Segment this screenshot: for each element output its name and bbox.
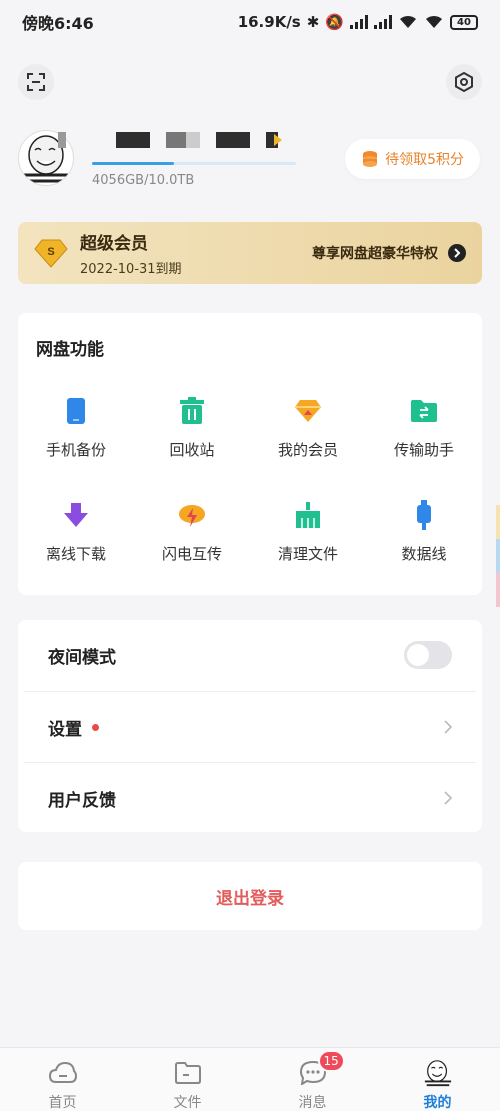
tab-messages[interactable]: 15 消息 [250, 1050, 375, 1111]
folder-icon [174, 1062, 201, 1084]
status-icons: 16.9K/s ✱ 🔕 40 [238, 13, 478, 31]
edge-decoration [496, 505, 500, 607]
tab-files[interactable]: 文件 [125, 1058, 250, 1111]
night-mode-toggle[interactable] [404, 641, 452, 669]
bottom-tab-bar: 首页 文件 15 消息 我的 [0, 1047, 500, 1111]
battery-icon: 40 [450, 14, 478, 30]
wifi-icon [400, 15, 416, 28]
chevron-right-icon [444, 720, 452, 734]
feature-transfer-assistant[interactable]: 传输助手 [366, 397, 482, 460]
night-mode-label: 夜间模式 [48, 647, 116, 668]
tab-files-label: 文件 [173, 1095, 202, 1111]
wifi-icon [426, 15, 442, 28]
feedback-label: 用户反馈 [48, 790, 116, 811]
notification-dot [92, 723, 99, 731]
storage-usage: 4056GB/10.0TB [92, 173, 195, 188]
svg-text:S: S [47, 246, 54, 258]
feature-data-cable[interactable]: 数据线 [366, 500, 482, 564]
vip-level-icon [266, 132, 282, 148]
trash-icon [178, 397, 206, 425]
features-card: 网盘功能 手机备份 回收站 我的会员 传输助手 离线下载 闪电互传 清理文件 数… [18, 313, 482, 595]
phone-backup-icon [62, 397, 90, 425]
cloud-home-icon [48, 1062, 77, 1083]
chevron-right-icon [448, 244, 466, 262]
tab-mine[interactable]: 我的 [375, 1058, 500, 1111]
vip-promo: 尊享网盘超豪华特权 [312, 246, 438, 262]
vip-title: 超级会员 [80, 234, 148, 254]
meme-avatar-icon [424, 1060, 451, 1087]
storage-bar-fill [92, 162, 174, 165]
bell-muted-icon: 🔕 [325, 13, 344, 31]
status-time: 傍晚6:46 [22, 14, 94, 33]
broom-icon [294, 501, 322, 529]
feedback-row[interactable]: 用户反馈 [18, 763, 482, 833]
diamond-icon [294, 397, 322, 425]
feature-phone-backup[interactable]: 手机备份 [18, 397, 134, 460]
net-speed: 16.9K/s [237, 13, 301, 31]
tab-home[interactable]: 首页 [0, 1058, 125, 1111]
claim-points-label: 待领取5积分 [385, 152, 464, 168]
profile-section: 4056GB/10.0TB 待领取5积分 [18, 128, 488, 198]
lightning-cloud-icon [178, 501, 206, 529]
coin-stack-icon [363, 151, 378, 167]
storage-bar [92, 162, 296, 165]
chevron-right-icon [444, 791, 452, 805]
settings-list-card: 夜间模式 设置 用户反馈 [18, 620, 482, 832]
download-arrow-icon [62, 501, 90, 529]
settings-row[interactable]: 设置 [18, 692, 482, 762]
feature-clean-files[interactable]: 清理文件 [250, 501, 366, 564]
feature-offline-download[interactable]: 离线下载 [18, 501, 134, 564]
vip-badge-icon: S [34, 239, 68, 268]
scan-icon [27, 73, 45, 91]
feature-recycle-bin[interactable]: 回收站 [134, 397, 250, 460]
vip-expiry: 2022-10-31到期 [80, 262, 182, 277]
bluetooth-icon: ✱ [306, 13, 320, 31]
claim-points-button[interactable]: 待领取5积分 [345, 139, 480, 179]
feature-my-vip[interactable]: 我的会员 [250, 397, 366, 460]
signal-icon [350, 15, 368, 29]
tab-messages-label: 消息 [298, 1095, 327, 1111]
status-bar: 傍晚6:46 16.9K/s ✱ 🔕 40 [0, 0, 500, 44]
night-mode-row: 夜间模式 [18, 620, 482, 690]
tab-mine-label: 我的 [423, 1095, 452, 1111]
vip-banner[interactable]: S 超级会员 2022-10-31到期 尊享网盘超豪华特权 [18, 222, 482, 284]
logout-button[interactable]: 退出登录 [18, 862, 482, 930]
usb-cable-icon [410, 500, 438, 530]
gear-icon [455, 72, 473, 92]
tab-home-label: 首页 [48, 1095, 77, 1111]
settings-label: 设置 [48, 719, 82, 740]
signal-icon [374, 15, 392, 29]
transfer-folder-icon [410, 397, 438, 425]
features-title: 网盘功能 [36, 340, 104, 360]
scan-button[interactable] [18, 64, 54, 100]
messages-badge: 15 [317, 1050, 345, 1072]
settings-button[interactable] [446, 64, 482, 100]
feature-flash-transfer[interactable]: 闪电互传 [134, 501, 250, 564]
